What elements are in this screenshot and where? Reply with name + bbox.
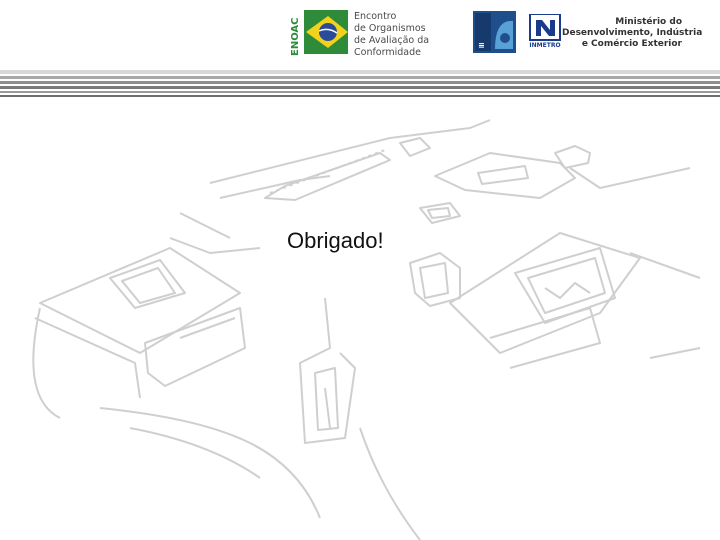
enoac-name-line: Encontro (354, 11, 397, 22)
ministry-line: e Comércio Exterior (581, 39, 682, 49)
ministry-line: Ministério do (615, 17, 682, 27)
stripe (0, 95, 720, 97)
enoac-vertical-label: ENOAC (290, 17, 301, 56)
cgcre-logo: ≡ (473, 11, 516, 53)
stripe (0, 86, 720, 89)
enoac-logo: ENOAC (290, 10, 348, 56)
stripe (0, 76, 720, 79)
header-stripes (0, 70, 720, 98)
enoac-name-line: Conformidade (354, 47, 421, 58)
campus-map-illustration (32, 119, 701, 540)
svg-text:≡: ≡ (478, 41, 485, 50)
enoac-name-line: de Avaliação da (354, 35, 430, 46)
slide-header: ENOAC Encontro de Organismos de Avaliaçã… (0, 0, 720, 68)
stripe (0, 81, 720, 84)
thank-you-message: Obrigado! (287, 228, 384, 253)
stripe (0, 70, 720, 74)
stripe (0, 91, 720, 93)
inmetro-label: INMETRO (529, 42, 561, 49)
ministry-line: Desenvolvimento, Indústria (562, 28, 703, 38)
ministry-name: Ministério do Desenvolvimento, Indústria… (562, 17, 703, 50)
enoac-name: Encontro de Organismos de Avaliação da C… (354, 11, 464, 59)
enoac-name-line: de Organismos (354, 23, 426, 34)
